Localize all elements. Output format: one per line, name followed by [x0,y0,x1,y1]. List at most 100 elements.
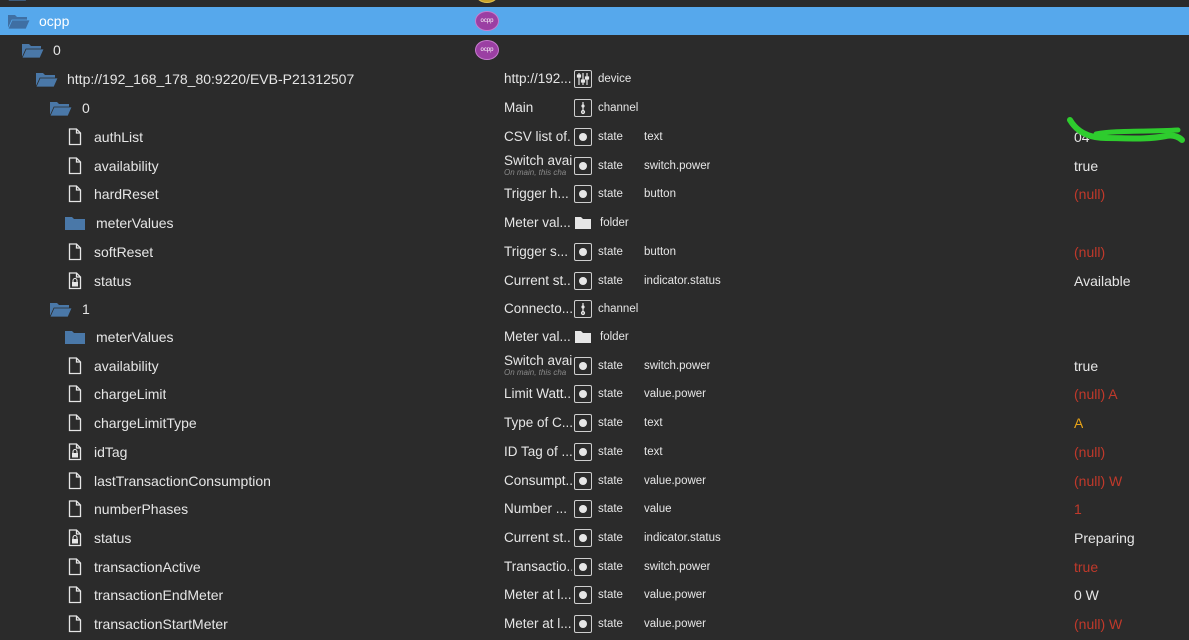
object-value[interactable]: (null) W [1074,610,1122,638]
object-value[interactable]: Preparing [1074,524,1135,552]
tree-item-label: status [94,272,132,289]
file-icon [66,238,84,266]
tree-row-availability[interactable]: availability Switch availaOn main, this c… [0,152,1189,180]
file-icon [66,352,84,380]
object-type-label: state [598,560,623,573]
file-icon [66,409,84,437]
object-description: Transactio... [504,558,572,574]
tree-row-availability[interactable]: availability Switch availaOn main, this c… [0,352,1189,380]
object-type-label: state [598,417,623,430]
tree-row-status[interactable]: status Current st... state indicator.status… [0,524,1189,552]
state-type-icon [572,409,594,437]
tree-row-transactionActive[interactable]: transactionActive Transactio... state switc… [0,553,1189,581]
folder-open-icon [20,36,46,64]
tree-row-channel-0[interactable]: 0 Main channel [0,94,1189,122]
tree-row-transactionStartMeter[interactable]: transactionStartMeter Meter at l... state v… [0,610,1189,638]
folder-open-icon [48,94,74,122]
tree-row-authList[interactable]: authList CSV list of... state text 04 [0,123,1189,151]
tree-item-label: hardReset [94,186,159,203]
object-value[interactable]: (null) W [1074,467,1122,495]
object-value[interactable]: true [1074,352,1098,380]
object-type-label: state [598,131,623,143]
tree-row-idTag[interactable]: idTag ID Tag of ... state text (null) [0,438,1189,466]
object-description: Limit Watt... [504,386,572,402]
tree-row-meterValues[interactable]: meterValues Meter val... folder [0,323,1189,351]
tree-item-label: chargeLimit [94,386,167,403]
state-type-icon [572,152,594,180]
object-role-label: value.power [644,388,707,401]
object-description: Consumpt... [504,472,572,488]
object-type-label: device [598,73,632,85]
tree-row-transactionEndMeter[interactable]: transactionEndMeter Meter at l... state val… [0,581,1189,609]
object-description: Switch availaOn main, this cha [504,153,572,178]
tree-item-label: 0 [53,42,61,58]
object-type-label: folder [600,217,629,230]
file-icon [66,180,84,208]
folder-type-icon [572,323,594,351]
object-value[interactable]: 0 W [1074,581,1099,609]
object-role-label: button [644,188,676,201]
tree-row-status[interactable]: status Current st... state indicator.status… [0,267,1189,295]
tree-row-instance-0[interactable]: 0 ocpp [0,36,1189,64]
object-type-label: channel [598,102,639,114]
object-value[interactable]: (null) [1074,180,1105,208]
object-value[interactable]: 1 [1074,495,1082,523]
tree-item-label: transactionActive [94,558,201,575]
tree-item-label: availability [94,357,159,374]
device-type-icon [572,65,594,93]
tree-row-channel-1[interactable]: 1 Connecto... channel [0,295,1189,323]
file-icon [66,495,84,523]
tree-row-softReset[interactable]: softReset Trigger s... state button (null) [0,238,1189,266]
channel-type-icon [572,94,594,122]
object-value[interactable]: true [1074,152,1098,180]
object-role-label: switch.power [644,159,711,172]
tree-row-chargeLimit[interactable]: chargeLimit Limit Watt... state value.power… [0,380,1189,408]
object-type-label: state [598,274,623,287]
tree-row-device[interactable]: http://192_168_178_80:9220/EVB-P21312507… [0,65,1189,93]
tree-row-numberPhases[interactable]: numberPhases Number ... state value 1 [0,495,1189,523]
object-value[interactable]: A [1074,409,1083,437]
file-icon [66,610,84,638]
object-description: Meter at l... [504,616,572,631]
tree-row-partial-top[interactable] [0,0,1189,7]
tree-row-adapter-ocpp[interactable]: ocpp ocpp [0,7,1189,35]
object-value[interactable]: Available [1074,267,1131,295]
object-value[interactable]: true [1074,553,1098,581]
object-role-label: indicator.status [644,531,721,544]
object-type-label: state [598,359,623,372]
tree-item-label: chargeLimitType [94,415,197,432]
object-type-label: state [598,245,623,258]
object-role-label: text [644,417,663,430]
object-value[interactable]: (null) [1074,438,1105,466]
tree-item-label: authList [94,129,144,145]
object-role-label: switch.power [644,359,711,372]
object-role-label: value [644,503,672,516]
object-description: Type of C... [504,415,572,431]
folder-icon [62,209,88,237]
object-description: Connecto... [504,301,572,316]
object-type-label: state [598,388,623,401]
state-type-icon [572,238,594,266]
object-type-label: folder [600,331,629,343]
tree-row-lastTransactionConsumption[interactable]: lastTransactionConsumption Consumpt... sta… [0,467,1189,495]
tree-item-label: ocpp [39,13,70,29]
locked-file-icon [66,524,84,552]
tree-item-label: 1 [82,301,90,317]
object-role-label: value.power [644,474,707,487]
object-value[interactable]: (null) [1074,238,1105,266]
tree-row-chargeLimitType[interactable]: chargeLimitType Type of C... state text A [0,409,1189,437]
object-description: http://192... [504,71,572,86]
object-role-label: text [644,131,663,143]
tree-row-hardReset[interactable]: hardReset Trigger h... state button (null) [0,180,1189,208]
tree-item-label: softReset [94,243,154,260]
state-type-icon [572,524,594,552]
tree-row-meterValues[interactable]: meterValues Meter val... folder [0,209,1189,237]
tree-item-label: idTag [94,443,128,460]
state-type-icon [572,610,594,638]
file-icon [66,123,84,151]
object-description: Meter val... [504,215,571,231]
object-value[interactable]: (null) A [1074,380,1118,408]
redaction-scribble [1067,117,1185,143]
file-icon [66,152,84,180]
object-description: Meter val... [504,329,571,344]
